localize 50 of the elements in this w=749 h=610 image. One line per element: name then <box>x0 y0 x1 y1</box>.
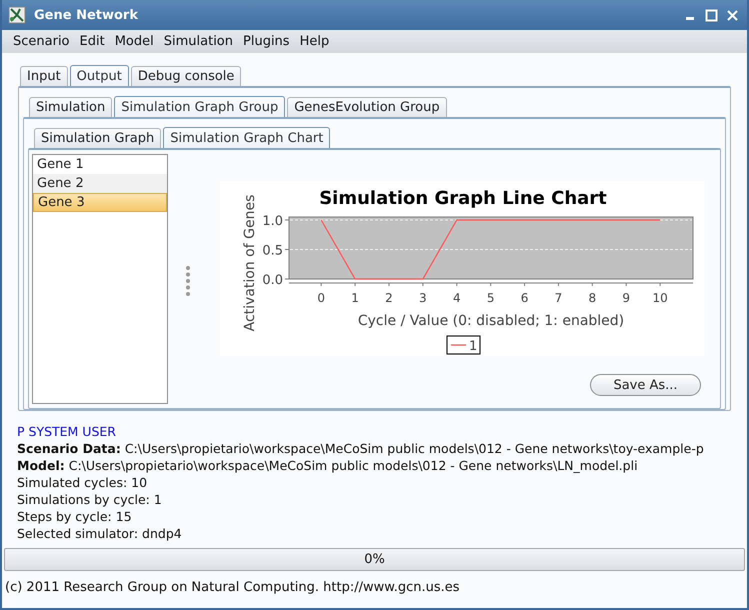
progress-text: 0% <box>364 552 385 567</box>
gene-list-item[interactable]: Gene 2 <box>33 174 167 193</box>
x-tick-label: 6 <box>520 291 528 305</box>
tab[interactable]: Debug console <box>130 66 242 86</box>
x-tick-label: 7 <box>554 291 562 305</box>
menu-item[interactable]: Simulation <box>158 34 238 49</box>
log-line: Simulations by cycle: 1 <box>17 491 163 508</box>
log-line: Steps by cycle: 15 <box>17 508 133 525</box>
x-tick-label: 4 <box>452 291 460 305</box>
y-axis-label: Activation of Genes <box>242 194 258 332</box>
menu-item[interactable]: Help <box>294 34 334 49</box>
tab[interactable]: GenesEvolution Group <box>287 97 447 117</box>
app-icon <box>8 6 26 24</box>
tab[interactable]: Simulation <box>29 97 112 117</box>
copyright-text: (c) 2011 Research Group on Natural Computing. http://www.gcn.us.es <box>5 580 460 595</box>
menu-item[interactable]: Edit <box>74 34 110 49</box>
x-tick-label: 9 <box>622 291 630 305</box>
tab[interactable]: Simulation Graph Chart <box>163 127 330 148</box>
x-tick-label: 10 <box>652 291 668 305</box>
y-tick-label: 0.0 <box>262 273 282 288</box>
x-axis-label: Cycle / Value (0: disabled; 1: enabled) <box>357 313 624 329</box>
chart-title: Simulation Graph Line Chart <box>318 188 606 209</box>
tab[interactable]: Simulation Graph Group <box>114 96 286 117</box>
y-tick-label: 1.0 <box>262 214 282 229</box>
x-tick-label: 8 <box>588 291 596 305</box>
log-line: Selected simulator: dndp4 <box>17 525 183 541</box>
splitter-grip-icon[interactable] <box>185 265 191 297</box>
gene-list-item[interactable]: Gene 1 <box>33 155 167 174</box>
x-tick-label: 5 <box>486 291 494 305</box>
save-as-button[interactable]: Save As... <box>590 374 701 396</box>
log-heading: P SYSTEM USER <box>17 423 117 440</box>
legend-label: 1 <box>468 339 477 354</box>
tab[interactable]: Simulation Graph <box>34 128 162 148</box>
close-icon[interactable] <box>726 8 739 22</box>
log-line: Simulated cycles: 10 <box>17 474 148 491</box>
x-tick-label: 0 <box>316 291 325 305</box>
x-tick-label: 1 <box>350 291 358 305</box>
y-tick-label: 0.5 <box>262 243 282 258</box>
log-line: Model: C:\Users\propietario\workspace\MeCoSim public models\012 - Gene networks\LN_model.pli <box>17 457 639 474</box>
window-title: Gene Network <box>34 8 139 22</box>
x-tick-label: 3 <box>418 291 426 305</box>
menu-item[interactable]: Model <box>110 34 159 49</box>
gene-list-item[interactable]: Gene 3 <box>33 193 167 212</box>
menu-item[interactable]: Scenario <box>8 34 75 49</box>
menu-item[interactable]: Plugins <box>238 34 295 49</box>
tab[interactable]: Output <box>70 65 129 86</box>
tab[interactable]: Input <box>20 66 68 86</box>
x-tick-label: 2 <box>384 291 392 305</box>
log-line: Scenario Data: C:\Users\propietario\workspace\MeCoSim public models\012 - Gene networks\toy-example-p <box>17 440 705 457</box>
maximize-icon[interactable] <box>705 8 718 22</box>
